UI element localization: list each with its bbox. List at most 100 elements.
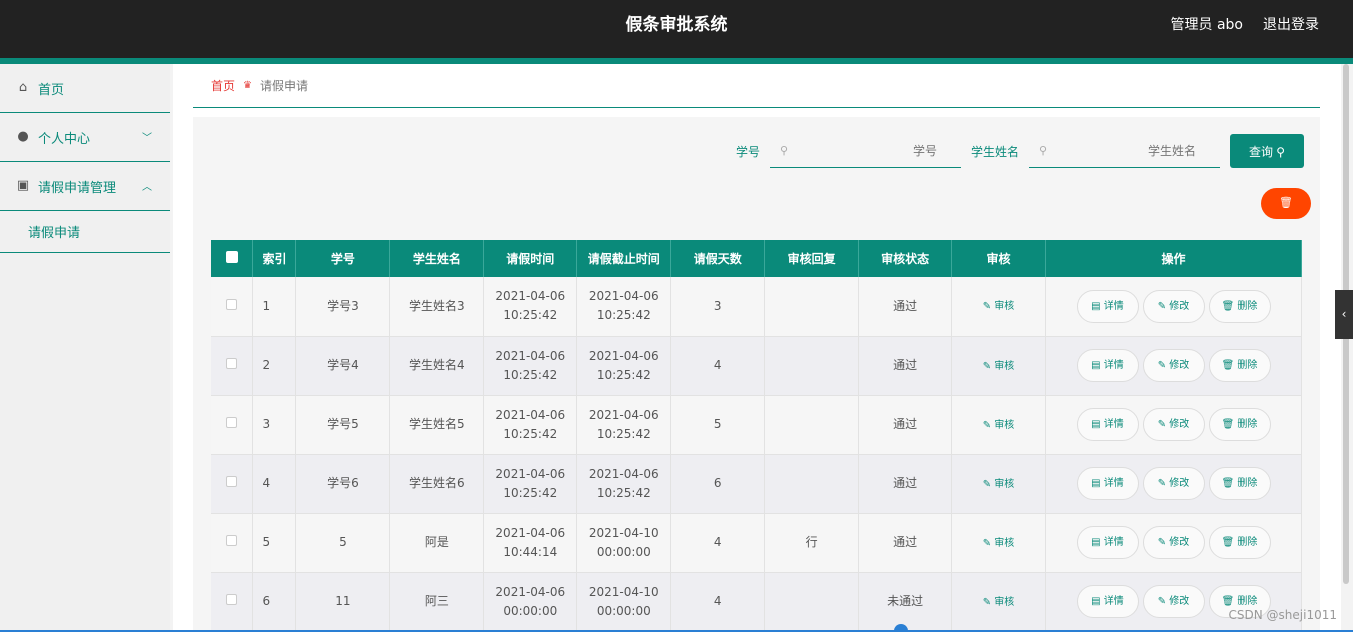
date: 2021-04-06 — [588, 466, 659, 481]
audit-button[interactable]: ✎ 审核 — [983, 420, 1015, 431]
sidebar-subitem-leave-request[interactable]: 请假申请 — [0, 211, 170, 253]
edit-button[interactable]: ✎ 修改 — [1142, 585, 1205, 618]
date: 2021-04-06 — [495, 407, 566, 422]
edit-button[interactable]: ✎ 修改 — [1142, 289, 1205, 323]
table-row: 3 学号5 学生姓名5 2021-04-06 10:25:42 2021-04-06 10:… — [211, 395, 1302, 455]
cell-leave-end: 2021-04-06 10:25:42 — [576, 336, 672, 396]
cell-actions: ▤ 详情 ✎ 修改 🗑 删除 — [1045, 277, 1302, 337]
detail-button[interactable]: ▤ 详情 — [1076, 349, 1139, 382]
detail-button[interactable]: ▤ 详情 — [1076, 289, 1139, 323]
col-leave-days: 请假天数 — [670, 240, 766, 277]
cell-index: 5 — [252, 513, 297, 573]
select-all-cell[interactable] — [211, 240, 254, 277]
row-checkbox[interactable] — [226, 594, 238, 605]
col-actions: 操作 — [1045, 240, 1302, 277]
top-header: 假条审批系统 管理员 abo 退出登录 — [0, 0, 1353, 58]
detail-button[interactable]: ▤ 详情 — [1076, 408, 1139, 441]
time: 10:25:42 — [596, 485, 651, 500]
cell-leave-start: 2021-04-06 00:00:00 — [483, 572, 578, 632]
edit-button[interactable]: ✎ 修改 — [1142, 349, 1205, 382]
audit-button[interactable]: ✎ 审核 — [983, 538, 1015, 549]
col-audit-status: 审核状态 — [858, 240, 953, 277]
cell-student-no: 5 — [295, 513, 391, 573]
leave-table: 索引 学号 学生姓名 请假时间 请假截止时间 请假天数 审核回复 审核状态 审核… — [211, 240, 1302, 632]
cell-audit: ✎ 审核 — [951, 513, 1046, 573]
sidebar-item-home[interactable]: ⌂ 首页 — [0, 64, 170, 113]
row-checkbox-cell[interactable] — [211, 336, 254, 396]
student-no-field: ⚲ — [769, 134, 961, 168]
audit-button[interactable]: ✎ 审核 — [983, 361, 1015, 372]
edit-button[interactable]: ✎ 修改 — [1142, 526, 1205, 559]
row-checkbox[interactable] — [226, 476, 238, 487]
cell-student-name: 学生姓名3 — [389, 277, 485, 337]
detail-button[interactable]: ▤ 详情 — [1076, 467, 1139, 500]
student-name-input[interactable] — [1029, 134, 1220, 167]
audit-button[interactable]: ✎ 审核 — [983, 301, 1015, 312]
cell-student-no: 学号4 — [295, 336, 391, 396]
table-row: 1 学号3 学生姓名3 2021-04-06 10:25:42 2021-04-06 10:… — [211, 277, 1302, 337]
detail-button[interactable]: ▤ 详情 — [1076, 585, 1139, 618]
cell-leave-start: 2021-04-06 10:44:14 — [483, 513, 578, 573]
sidebar-item-profile[interactable]: ● 个人中心 ﹀ — [0, 113, 170, 162]
edit-button[interactable]: ✎ 修改 — [1142, 467, 1205, 500]
select-all-checkbox[interactable] — [225, 251, 238, 263]
row-checkbox-cell[interactable] — [211, 513, 254, 573]
cell-audit-reply — [764, 454, 860, 514]
cell-leave-days: 6 — [670, 454, 766, 514]
row-checkbox-cell[interactable] — [211, 395, 254, 455]
cell-leave-end: 2021-04-06 10:25:42 — [576, 454, 672, 514]
chevron-left-icon[interactable]: ‹ — [1335, 290, 1353, 339]
time: 10:25:42 — [596, 426, 651, 441]
chevron-down-icon: ﹀ — [142, 133, 152, 144]
delete-button[interactable]: 🗑 删除 — [1208, 408, 1271, 441]
student-no-input[interactable] — [769, 134, 961, 167]
audit-button[interactable]: ✎ 审核 — [983, 479, 1015, 490]
chevron-up-icon: ︿ — [142, 182, 152, 193]
delete-button[interactable]: 🗑 删除 — [1208, 467, 1271, 500]
row-checkbox[interactable] — [226, 298, 238, 310]
batch-delete-button[interactable]: 🗑 — [1261, 188, 1311, 219]
row-checkbox-cell[interactable] — [211, 572, 254, 632]
search-bar: 学号 ⚲ 学生姓名 ⚲ 查询 ⚲ — [736, 134, 1304, 168]
cell-leave-days: 5 — [670, 395, 766, 455]
search-icon: ⚲ — [779, 144, 789, 157]
scroll-indicator[interactable] — [894, 624, 908, 632]
date: 2021-04-06 — [495, 525, 566, 540]
search-icon: ⚲ — [1039, 144, 1048, 157]
row-checkbox[interactable] — [226, 417, 238, 428]
cell-audit-status: 通过 — [858, 395, 953, 455]
breadcrumb-home[interactable]: 首页 — [211, 77, 235, 94]
row-checkbox[interactable] — [226, 358, 238, 369]
delete-button[interactable]: 🗑 删除 — [1208, 349, 1271, 382]
date: 2021-04-06 — [588, 289, 659, 304]
cell-actions: ▤ 详情 ✎ 修改 🗑 删除 — [1045, 513, 1302, 573]
table-row: 2 学号4 学生姓名4 2021-04-06 10:25:42 2021-04-06 10:… — [211, 336, 1302, 396]
cell-leave-days: 4 — [670, 336, 766, 396]
row-checkbox-cell[interactable] — [211, 454, 254, 514]
edit-button[interactable]: ✎ 修改 — [1142, 408, 1205, 441]
sidebar-item-leave-management[interactable]: ▣ 请假申请管理 ︿ — [0, 162, 170, 211]
query-button[interactable]: 查询 ⚲ — [1230, 134, 1304, 168]
cell-audit: ✎ 审核 — [951, 336, 1046, 396]
delete-button[interactable]: 🗑 删除 — [1208, 289, 1271, 323]
date: 2021-04-10 — [588, 584, 659, 599]
audit-button[interactable]: ✎ 审核 — [983, 597, 1015, 608]
cell-index: 2 — [252, 336, 297, 396]
date: 2021-04-06 — [495, 348, 566, 363]
col-leave-end: 请假截止时间 — [576, 240, 672, 277]
time: 00:00:00 — [596, 603, 651, 618]
delete-button[interactable]: 🗑 删除 — [1208, 526, 1271, 559]
row-checkbox-cell[interactable] — [211, 277, 254, 337]
cell-student-no: 11 — [295, 572, 391, 632]
cell-actions: ▤ 详情 ✎ 修改 🗑 删除 — [1045, 336, 1302, 396]
clipboard-icon: ▣ — [16, 178, 30, 193]
cell-leave-start: 2021-04-06 10:25:42 — [483, 336, 578, 396]
detail-button[interactable]: ▤ 详情 — [1076, 526, 1139, 559]
row-checkbox[interactable] — [226, 535, 238, 546]
cell-student-name: 学生姓名4 — [389, 336, 485, 396]
cell-audit-status: 通过 — [858, 336, 953, 396]
logout-button[interactable]: 退出登录 — [1263, 14, 1319, 34]
cell-audit: ✎ 审核 — [951, 395, 1046, 455]
time: 10:25:42 — [503, 367, 558, 382]
cell-student-name: 学生姓名5 — [389, 395, 485, 455]
